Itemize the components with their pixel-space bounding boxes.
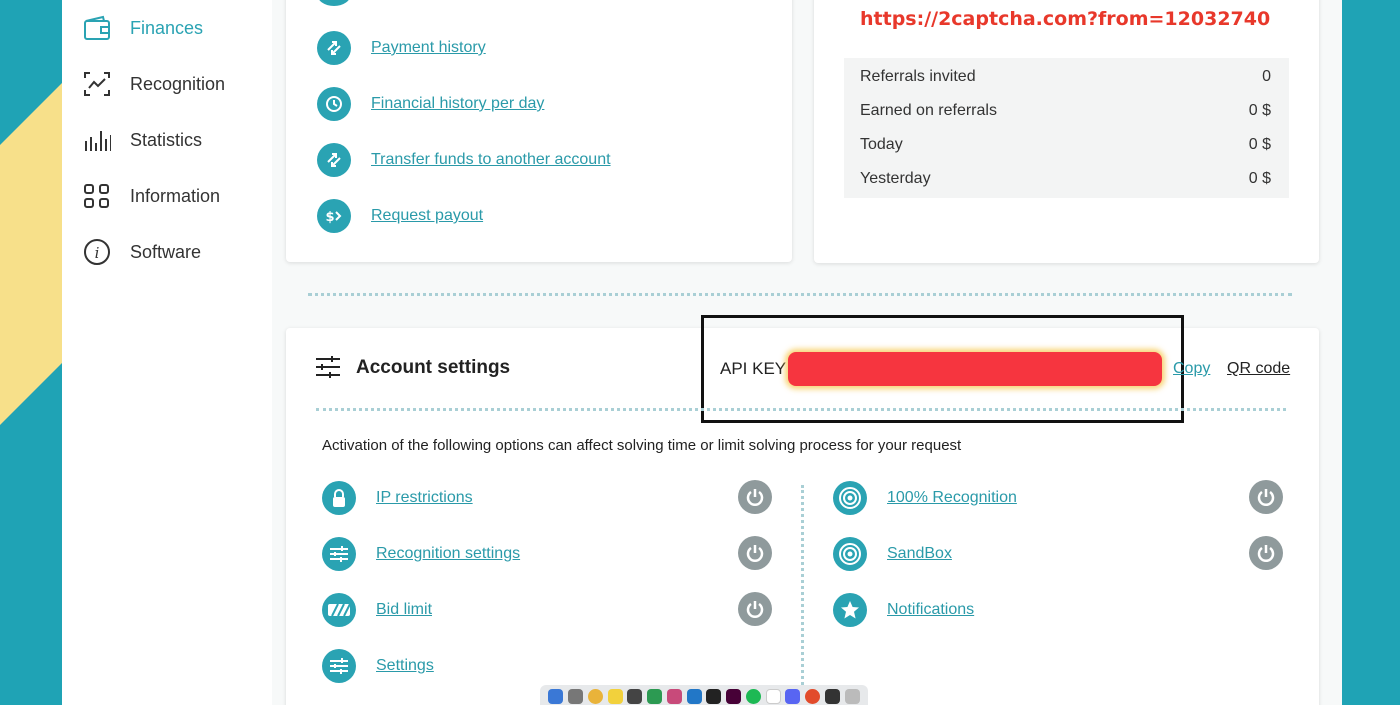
sliders-icon: [322, 649, 356, 683]
info-icon: i: [82, 237, 112, 267]
sidebar-item-label: Statistics: [130, 129, 203, 150]
terminal-icon[interactable]: [706, 688, 722, 704]
link-label[interactable]: Financial history per day: [371, 95, 544, 113]
column-divider: [801, 485, 804, 685]
power-toggle-icon[interactable]: [1249, 480, 1283, 514]
sidebar-item-label: Recognition: [130, 73, 226, 94]
option-sandbox[interactable]: SandBox: [833, 536, 952, 572]
table-row: Referrals invited 0: [860, 68, 1271, 86]
row-label: Yesterday: [860, 170, 931, 187]
app-icon[interactable]: [824, 688, 840, 704]
row-value: 0 $: [1248, 136, 1271, 153]
option-label[interactable]: Notifications: [887, 601, 974, 619]
clock-history-icon: [317, 87, 351, 121]
row-label: Today: [860, 136, 903, 153]
lock-icon: [322, 481, 356, 515]
row-value: 0 $: [1248, 170, 1271, 187]
table-row: Today 0 $: [860, 136, 1271, 154]
transfer-arrows-icon: [317, 143, 351, 177]
option-label[interactable]: Settings: [376, 657, 434, 675]
app-icon[interactable]: [805, 688, 821, 704]
trash-icon[interactable]: [844, 688, 860, 704]
finder-icon[interactable]: [548, 688, 564, 704]
option-recognition-settings[interactable]: Recognition settings: [322, 536, 520, 572]
discord-icon[interactable]: [785, 688, 801, 704]
table-row: Yesterday 0 $: [860, 170, 1271, 188]
link-label[interactable]: Request payout: [371, 207, 483, 225]
vscode-icon[interactable]: [686, 688, 702, 704]
option-bid-limit[interactable]: Bid limit: [322, 592, 432, 628]
whatsapp-icon[interactable]: [647, 688, 663, 704]
bar-chart-icon: [82, 125, 112, 155]
link-label[interactable]: Payment history: [371, 39, 486, 57]
row-value: 0: [1262, 68, 1271, 85]
recognition-icon: [82, 69, 112, 99]
sliders-icon: [322, 537, 356, 571]
sliders-icon: [316, 356, 340, 383]
settings-notice: Activation of the following options can …: [322, 437, 962, 454]
option-label[interactable]: Bid limit: [376, 601, 432, 619]
grid-icon: [82, 181, 112, 211]
wallet-icon: [82, 13, 112, 43]
transfer-arrows-icon: [317, 31, 351, 65]
sidebar-item-label: Finances: [130, 17, 204, 38]
sidebar-item-information[interactable]: Information: [82, 178, 220, 214]
svg-text:i: i: [95, 244, 100, 262]
target-icon: [833, 481, 867, 515]
power-toggle-icon[interactable]: [738, 480, 772, 514]
sidebar: Finances Recognition Statistics Informat…: [62, 0, 272, 705]
star-icon: [833, 593, 867, 627]
sidebar-item-finances[interactable]: Finances: [82, 10, 203, 46]
power-toggle-icon[interactable]: [738, 536, 772, 570]
api-key-label: API KEY: [720, 359, 787, 378]
app-icon[interactable]: [627, 688, 643, 704]
power-toggle-icon[interactable]: [738, 592, 772, 626]
option-notifications[interactable]: Notifications: [833, 592, 974, 628]
qr-code-link[interactable]: QR code: [1227, 360, 1290, 378]
link-transfer-funds[interactable]: Transfer funds to another account: [317, 142, 611, 178]
decorative-stripe: [0, 0, 62, 705]
notes-icon[interactable]: [607, 688, 623, 704]
spotify-icon[interactable]: [745, 688, 761, 704]
sidebar-item-software[interactable]: i Software: [82, 234, 201, 270]
option-label[interactable]: IP restrictions: [376, 489, 473, 507]
calendar-icon[interactable]: [765, 688, 781, 704]
sidebar-item-statistics[interactable]: Statistics: [82, 122, 202, 158]
link-financial-history-per-day[interactable]: Financial history per day: [317, 86, 544, 122]
target-icon: [833, 537, 867, 571]
sidebar-item-label: Information: [130, 185, 221, 206]
option-settings[interactable]: Settings: [322, 648, 434, 684]
power-toggle-icon[interactable]: [1249, 536, 1283, 570]
referral-url[interactable]: https://2captcha.com?from=12032740: [860, 8, 1270, 30]
row-label: Referrals invited: [860, 68, 976, 85]
sidebar-item-label: Software: [130, 241, 202, 262]
option-label[interactable]: SandBox: [887, 545, 952, 563]
launchpad-icon[interactable]: [568, 688, 584, 704]
option-ip-restrictions[interactable]: IP restrictions: [322, 480, 473, 516]
section-title: Account settings: [356, 357, 511, 378]
dollar-arrow-icon: $: [317, 199, 351, 233]
link-payment-history[interactable]: Payment history: [317, 30, 486, 66]
background-edge: [1342, 0, 1400, 705]
table-row: Earned on referrals 0 $: [860, 102, 1271, 120]
option-label[interactable]: 100% Recognition: [887, 489, 1017, 507]
row-label: Earned on referrals: [860, 102, 997, 119]
slack-icon[interactable]: [666, 688, 682, 704]
chrome-icon[interactable]: [587, 688, 603, 704]
sidebar-item-recognition[interactable]: Recognition: [82, 66, 225, 102]
divider: [316, 408, 1286, 411]
link-label[interactable]: Transfer funds to another account: [371, 151, 611, 169]
option-100-recognition[interactable]: 100% Recognition: [833, 480, 1017, 516]
copy-link[interactable]: Copy: [1173, 360, 1210, 378]
os-dock: [540, 685, 868, 705]
divider: [308, 293, 1292, 296]
referral-stats-table: Referrals invited 0 Earned on referrals …: [844, 58, 1289, 198]
stripes-icon: [322, 593, 356, 627]
xd-icon[interactable]: [726, 688, 742, 704]
row-value: 0 $: [1248, 102, 1271, 119]
svg-text:$: $: [325, 210, 334, 225]
link-request-payout[interactable]: $ Request payout: [317, 198, 483, 234]
api-key-redacted: [788, 352, 1162, 386]
option-label[interactable]: Recognition settings: [376, 545, 520, 563]
